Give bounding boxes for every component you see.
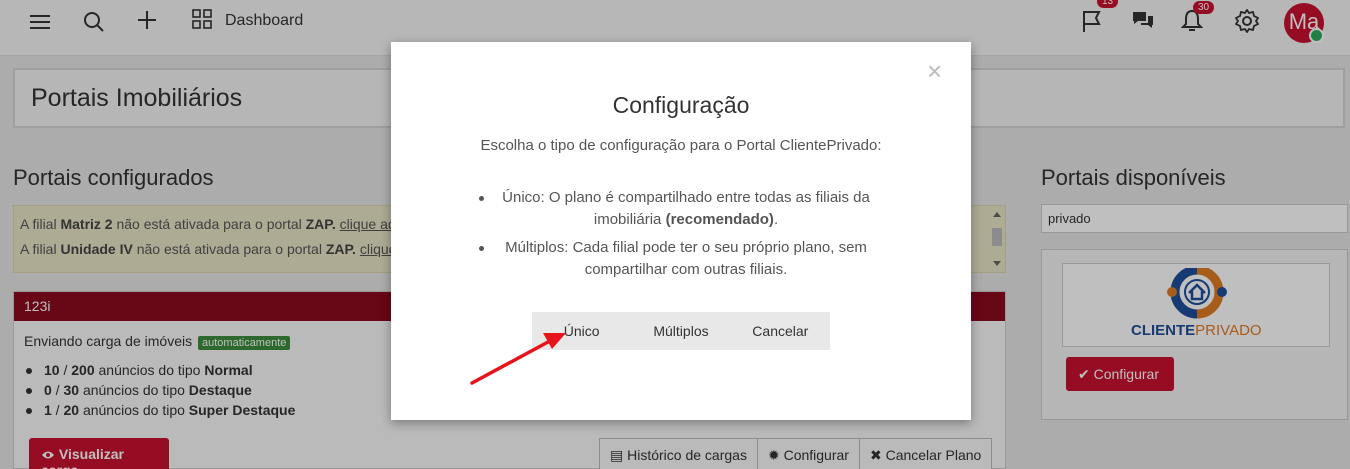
annotation-arrow-icon	[470, 333, 566, 385]
